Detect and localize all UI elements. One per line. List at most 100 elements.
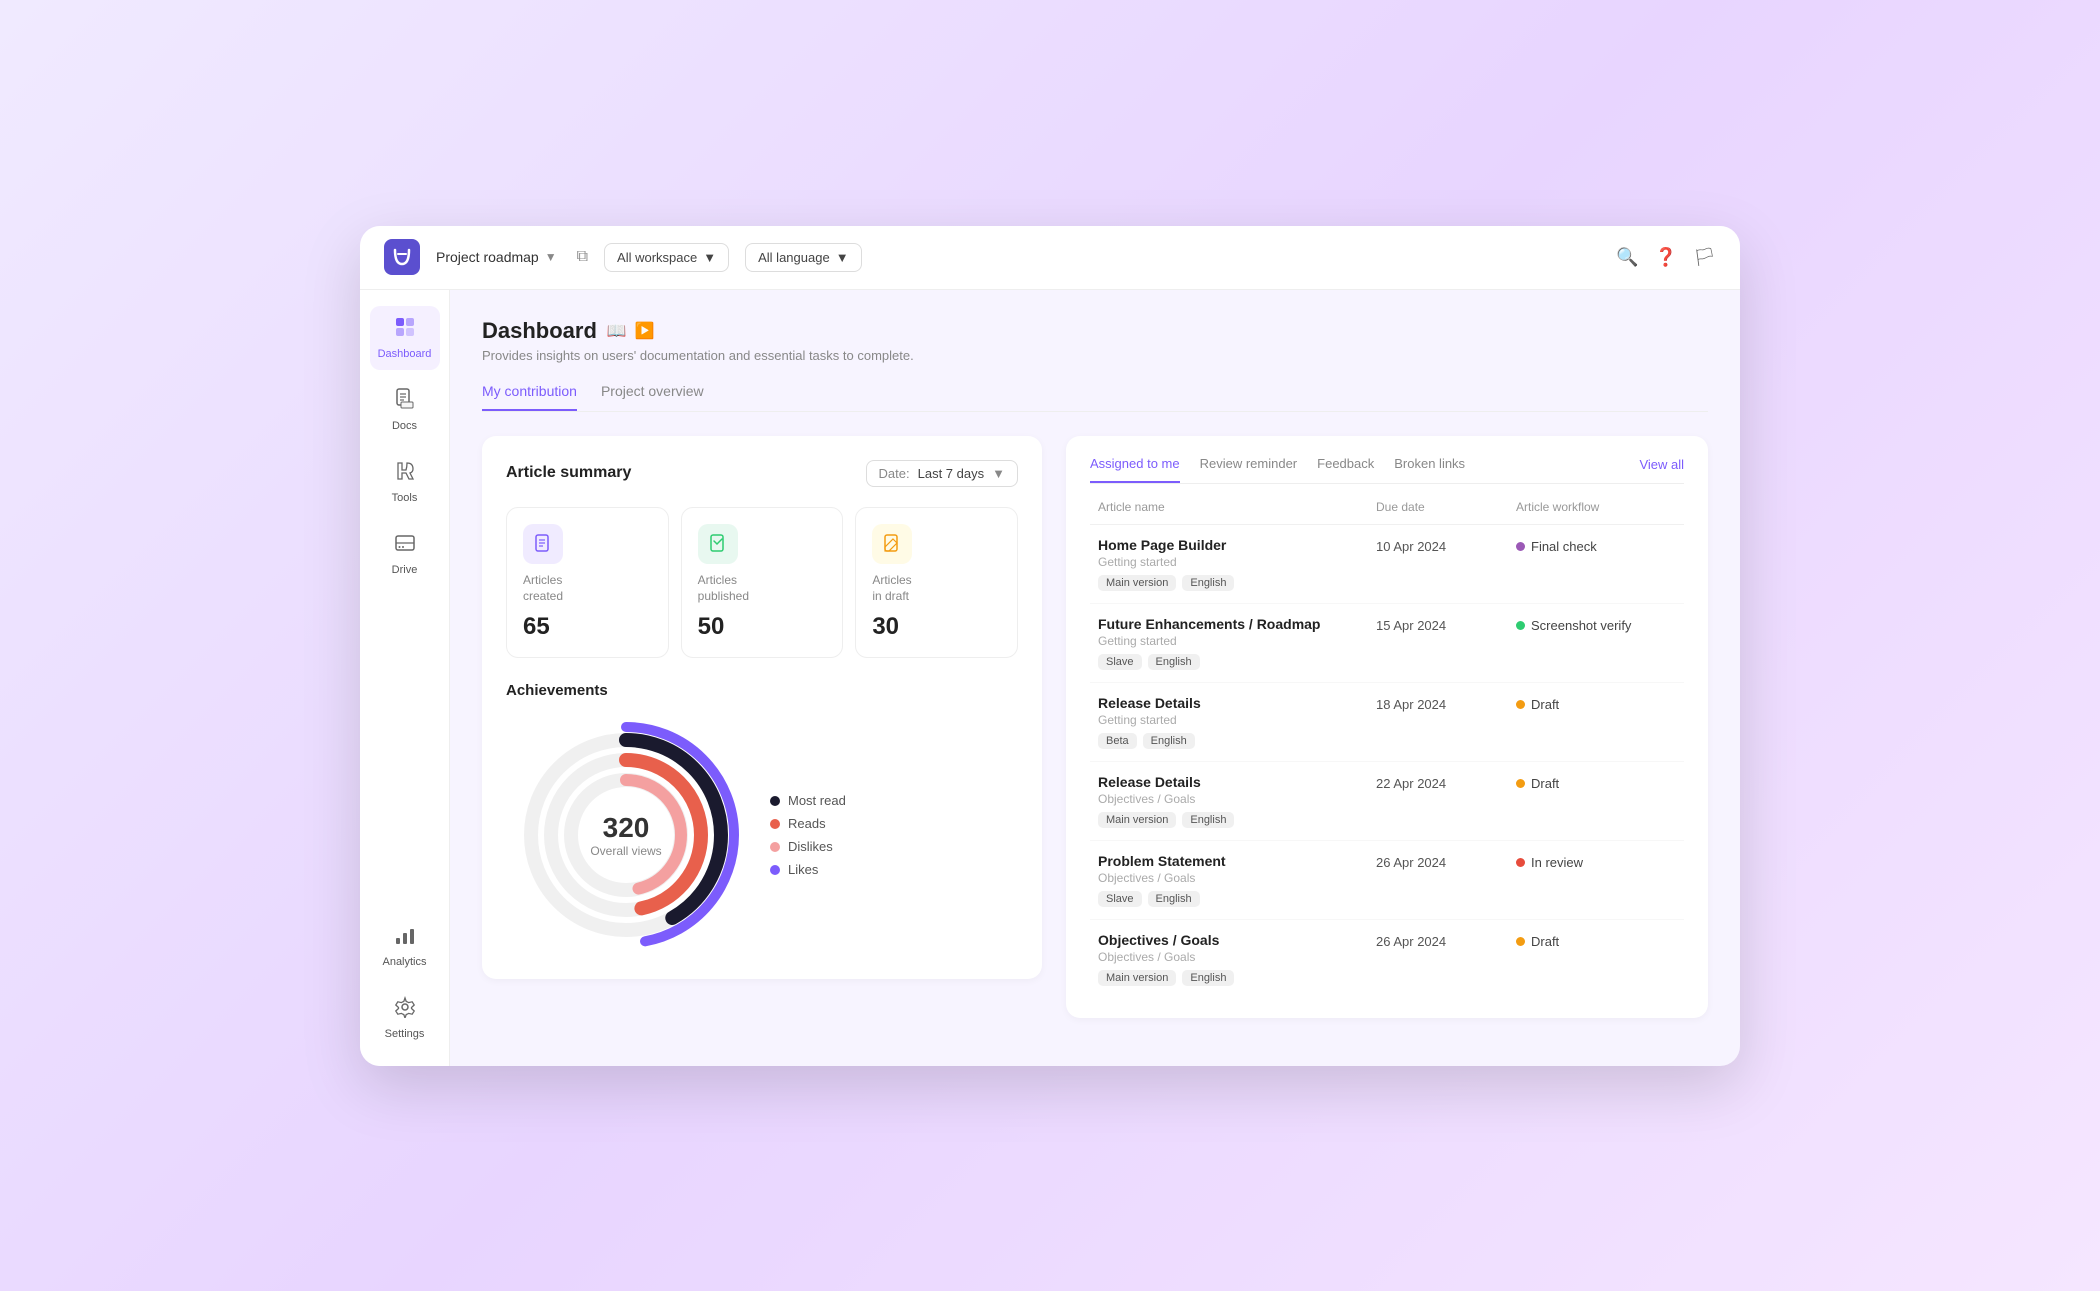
tab-project-overview[interactable]: Project overview (601, 383, 704, 411)
workflow-dot-2 (1516, 621, 1525, 630)
table-row: Objectives / Goals Objectives / Goals Ma… (1090, 920, 1684, 998)
project-selector[interactable]: Project roadmap ▼ (436, 249, 557, 265)
stat-published-value: 50 (698, 613, 827, 641)
article-summary-card: Article summary Date: Last 7 days ▼ (482, 436, 1042, 980)
drive-icon (394, 532, 416, 560)
article-tags-5: Slave English (1098, 891, 1376, 907)
table-row: Problem Statement Objectives / Goals Sla… (1090, 841, 1684, 920)
sidebar-item-analytics[interactable]: Analytics (370, 914, 440, 978)
page-header-icons: 📖 ▶️ (607, 321, 655, 341)
legend-label-likes: Likes (788, 862, 818, 877)
tab-feedback[interactable]: Feedback (1317, 456, 1374, 483)
article-category-4: Objectives / Goals (1098, 792, 1376, 806)
workflow-1: Final check (1516, 537, 1676, 554)
sidebar-item-docs-label: Docs (392, 420, 417, 432)
tag-english-6: English (1182, 970, 1234, 986)
tag-english-1: English (1182, 575, 1234, 591)
workflow-5: In review (1516, 853, 1676, 870)
article-category-6: Objectives / Goals (1098, 950, 1376, 964)
due-date-6: 26 Apr 2024 (1376, 932, 1516, 949)
article-tags-3: Beta English (1098, 733, 1376, 749)
legend-label-most-read: Most read (788, 793, 846, 808)
page-header: Dashboard 📖 ▶️ (482, 318, 1708, 344)
table-row: Release Details Objectives / Goals Main … (1090, 762, 1684, 841)
stat-draft-icon (872, 524, 912, 564)
sidebar-item-tools[interactable]: Tools (370, 450, 440, 514)
docs-icon (394, 388, 416, 416)
table-row: Release Details Getting started Beta Eng… (1090, 683, 1684, 762)
due-date-2: 15 Apr 2024 (1376, 616, 1516, 633)
article-category-5: Objectives / Goals (1098, 871, 1376, 885)
table-row: Home Page Builder Getting started Main v… (1090, 525, 1684, 604)
article-info-3: Release Details Getting started Beta Eng… (1098, 695, 1376, 749)
play-icon[interactable]: ▶️ (635, 321, 655, 341)
sidebar-item-settings[interactable]: Settings (370, 986, 440, 1050)
stat-created-value: 65 (523, 613, 652, 641)
sidebar-item-drive[interactable]: Drive (370, 522, 440, 586)
article-category-1: Getting started (1098, 555, 1376, 569)
project-dropdown-arrow: ▼ (545, 250, 557, 264)
content-area: Dashboard 📖 ▶️ Provides insights on user… (450, 290, 1740, 1066)
sidebar-item-analytics-label: Analytics (382, 956, 426, 968)
tag-slave-5: Slave (1098, 891, 1142, 907)
left-col: Article summary Date: Last 7 days ▼ (482, 436, 1042, 1018)
tab-assigned-to-me[interactable]: Assigned to me (1090, 456, 1180, 483)
two-col-layout: Article summary Date: Last 7 days ▼ (482, 436, 1708, 1018)
workflow-dot-3 (1516, 700, 1525, 709)
workflow-label-2: Screenshot verify (1531, 618, 1631, 633)
language-filter-arrow: ▼ (836, 250, 849, 265)
workflow-dot-5 (1516, 858, 1525, 867)
right-col: Assigned to me Review reminder Feedback … (1066, 436, 1708, 1018)
date-filter[interactable]: Date: Last 7 days ▼ (866, 460, 1018, 487)
sidebar: Dashboard Docs (360, 290, 450, 1066)
article-tags-4: Main version English (1098, 812, 1376, 828)
help-icon[interactable]: ❓ (1655, 247, 1677, 268)
article-name-4: Release Details (1098, 774, 1376, 790)
language-filter[interactable]: All language ▼ (745, 243, 861, 272)
notification-icon[interactable]: 🏳 (1693, 247, 1716, 268)
view-all-link[interactable]: View all (1639, 457, 1684, 482)
article-info-2: Future Enhancements / Roadmap Getting st… (1098, 616, 1376, 670)
sidebar-item-dashboard[interactable]: Dashboard (370, 306, 440, 370)
right-tabs: Assigned to me Review reminder Feedback … (1090, 456, 1684, 484)
tag-english-3: English (1143, 733, 1195, 749)
sidebar-item-drive-label: Drive (392, 564, 418, 576)
article-name-5: Problem Statement (1098, 853, 1376, 869)
workspace-filter[interactable]: All workspace ▼ (604, 243, 729, 272)
article-info-1: Home Page Builder Getting started Main v… (1098, 537, 1376, 591)
top-bar: Project roadmap ▼ ⧉ All workspace ▼ All … (360, 226, 1740, 290)
tools-icon (394, 460, 416, 488)
tag-english-4: English (1182, 812, 1234, 828)
article-category-2: Getting started (1098, 634, 1376, 648)
tag-beta-3: Beta (1098, 733, 1137, 749)
sidebar-item-docs[interactable]: Docs (370, 378, 440, 442)
tab-broken-links[interactable]: Broken links (1394, 456, 1465, 483)
tab-review-reminder[interactable]: Review reminder (1200, 456, 1298, 483)
donut-center: 320 Overall views (590, 812, 661, 858)
page-subtitle: Provides insights on users' documentatio… (482, 348, 1708, 363)
achievements-title: Achievements (506, 682, 1018, 699)
workflow-label-5: In review (1531, 855, 1583, 870)
workflow-label-4: Draft (1531, 776, 1559, 791)
article-tags-2: Slave English (1098, 654, 1376, 670)
article-name-6: Objectives / Goals (1098, 932, 1376, 948)
legend-dislikes: Dislikes (770, 839, 846, 854)
search-icon[interactable]: 🔍 (1616, 247, 1638, 268)
tag-english-2: English (1148, 654, 1200, 670)
tab-my-contribution[interactable]: My contribution (482, 383, 577, 411)
book-icon[interactable]: 📖 (607, 321, 627, 341)
donut-label: Overall views (590, 844, 661, 858)
external-link-icon[interactable]: ⧉ (577, 248, 588, 266)
due-date-1: 10 Apr 2024 (1376, 537, 1516, 554)
workflow-3: Draft (1516, 695, 1676, 712)
workspace-filter-arrow: ▼ (703, 250, 716, 265)
workflow-label-6: Draft (1531, 934, 1559, 949)
article-info-5: Problem Statement Objectives / Goals Sla… (1098, 853, 1376, 907)
stat-draft: Articlesin draft 30 (855, 507, 1018, 659)
article-name-3: Release Details (1098, 695, 1376, 711)
stat-created: Articlescreated 65 (506, 507, 669, 659)
sidebar-item-settings-label: Settings (385, 1028, 425, 1040)
tag-english-5: English (1148, 891, 1200, 907)
stat-published-icon (698, 524, 738, 564)
due-date-4: 22 Apr 2024 (1376, 774, 1516, 791)
